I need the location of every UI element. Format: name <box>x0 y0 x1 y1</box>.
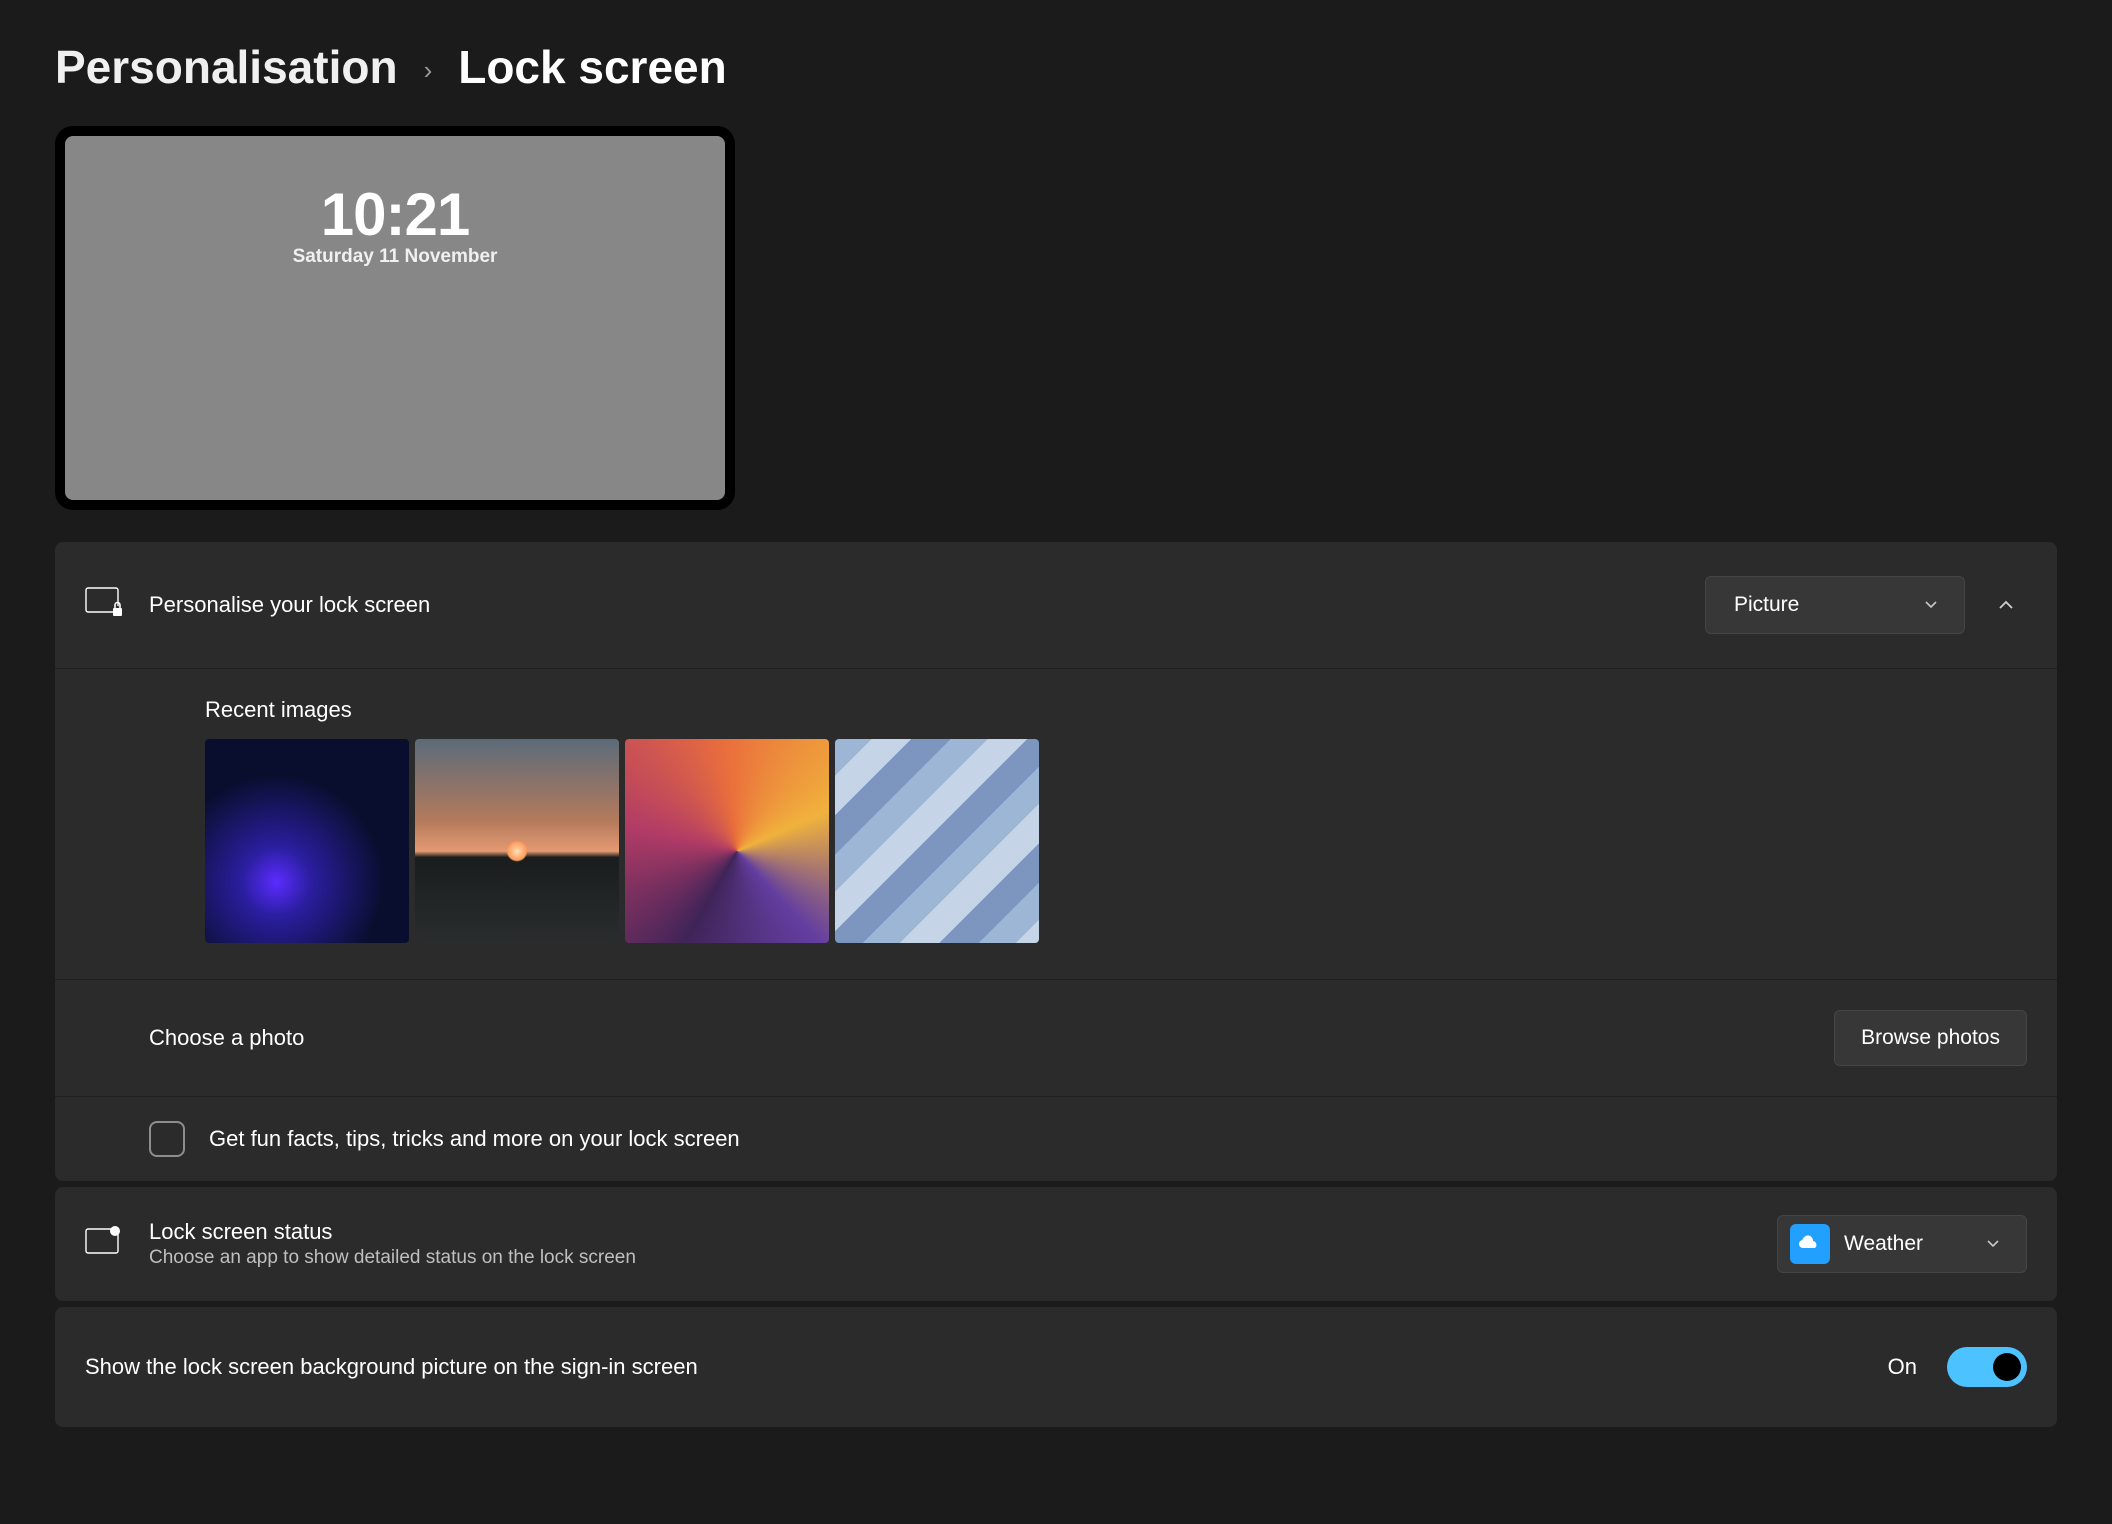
dropdown-value: Weather <box>1844 1232 1923 1256</box>
personalise-title: Personalise your lock screen <box>149 592 1705 618</box>
status-title: Lock screen status <box>149 1219 1777 1245</box>
breadcrumb: Personalisation › Lock screen <box>55 40 2057 94</box>
choose-photo-label: Choose a photo <box>149 1025 1834 1051</box>
preview-date: Saturday 11 November <box>293 246 498 268</box>
personalise-dropdown[interactable]: Picture <box>1705 576 1965 634</box>
chevron-down-icon <box>1924 597 1938 614</box>
image-notify-icon <box>85 1225 123 1263</box>
personalise-header-row[interactable]: Personalise your lock screen Picture <box>55 542 2057 669</box>
browse-photos-button[interactable]: Browse photos <box>1834 1010 2027 1066</box>
recent-thumb-2[interactable] <box>415 739 619 943</box>
recent-thumb-1[interactable] <box>205 739 409 943</box>
recent-thumb-3[interactable] <box>625 739 829 943</box>
recent-images-heading: Recent images <box>205 697 2027 723</box>
toggle-knob <box>1993 1353 2021 1381</box>
breadcrumb-current: Lock screen <box>458 40 726 94</box>
toggle-state-label: On <box>1888 1354 1917 1380</box>
dropdown-value: Picture <box>1734 593 1799 617</box>
signin-bg-toggle[interactable] <box>1947 1347 2027 1387</box>
fun-facts-checkbox[interactable] <box>149 1121 185 1157</box>
chevron-right-icon: › <box>424 55 433 86</box>
image-lock-icon <box>85 586 123 624</box>
chevron-down-icon <box>1986 1236 2000 1253</box>
breadcrumb-parent[interactable]: Personalisation <box>55 40 398 94</box>
recent-images <box>205 739 2027 943</box>
status-card: Lock screen status Choose an app to show… <box>55 1187 2057 1301</box>
signin-bg-row[interactable]: Show the lock screen background picture … <box>55 1307 2057 1427</box>
collapse-button[interactable] <box>1985 584 2027 626</box>
fun-facts-label: Get fun facts, tips, tricks and more on … <box>209 1126 740 1152</box>
preview-time: 10:21 <box>321 180 469 249</box>
lock-screen-preview: 10:21 Saturday 11 November <box>55 126 735 510</box>
status-row[interactable]: Lock screen status Choose an app to show… <box>55 1187 2057 1301</box>
weather-icon <box>1790 1224 1830 1264</box>
recent-thumb-4[interactable] <box>835 739 1039 943</box>
signin-bg-card: Show the lock screen background picture … <box>55 1307 2057 1427</box>
signin-bg-label: Show the lock screen background picture … <box>85 1354 1888 1380</box>
status-subtitle: Choose an app to show detailed status on… <box>149 1247 1777 1269</box>
personalise-card: Personalise your lock screen Picture Rec… <box>55 542 2057 1181</box>
status-dropdown[interactable]: Weather <box>1777 1215 2027 1273</box>
